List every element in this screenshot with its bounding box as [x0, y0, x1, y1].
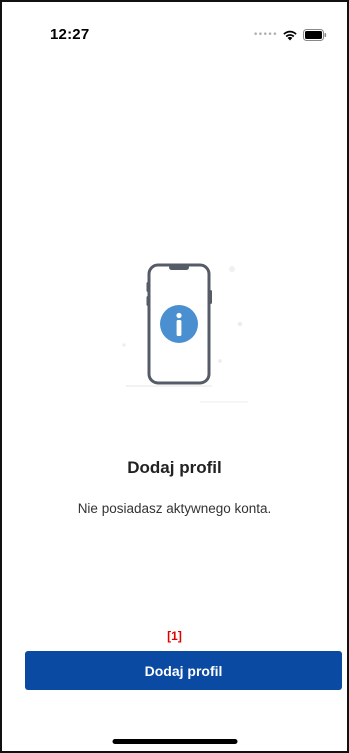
- empty-state-subtitle: Nie posiadasz aktywnego konta.: [77, 501, 272, 516]
- annotation-marker: [1]: [167, 629, 182, 643]
- home-indicator[interactable]: [112, 739, 237, 744]
- status-icons: •••••: [253, 28, 327, 42]
- wifi-icon: [282, 29, 298, 41]
- add-profile-button-label: Dodaj profil: [144, 662, 223, 679]
- status-time: 12:27: [50, 26, 90, 43]
- status-bar: 12:27 •••••: [2, 2, 347, 62]
- empty-state-title: Dodaj profil: [127, 458, 222, 477]
- app-screen: 12:27 ••••• Dodaj profil Nie posiadasz a…: [0, 0, 349, 753]
- signal-dots-icon: •••••: [252, 30, 278, 40]
- phone-info-icon: [114, 254, 248, 406]
- add-profile-button[interactable]: Dodaj profil: [25, 651, 342, 690]
- battery-icon: [303, 29, 327, 41]
